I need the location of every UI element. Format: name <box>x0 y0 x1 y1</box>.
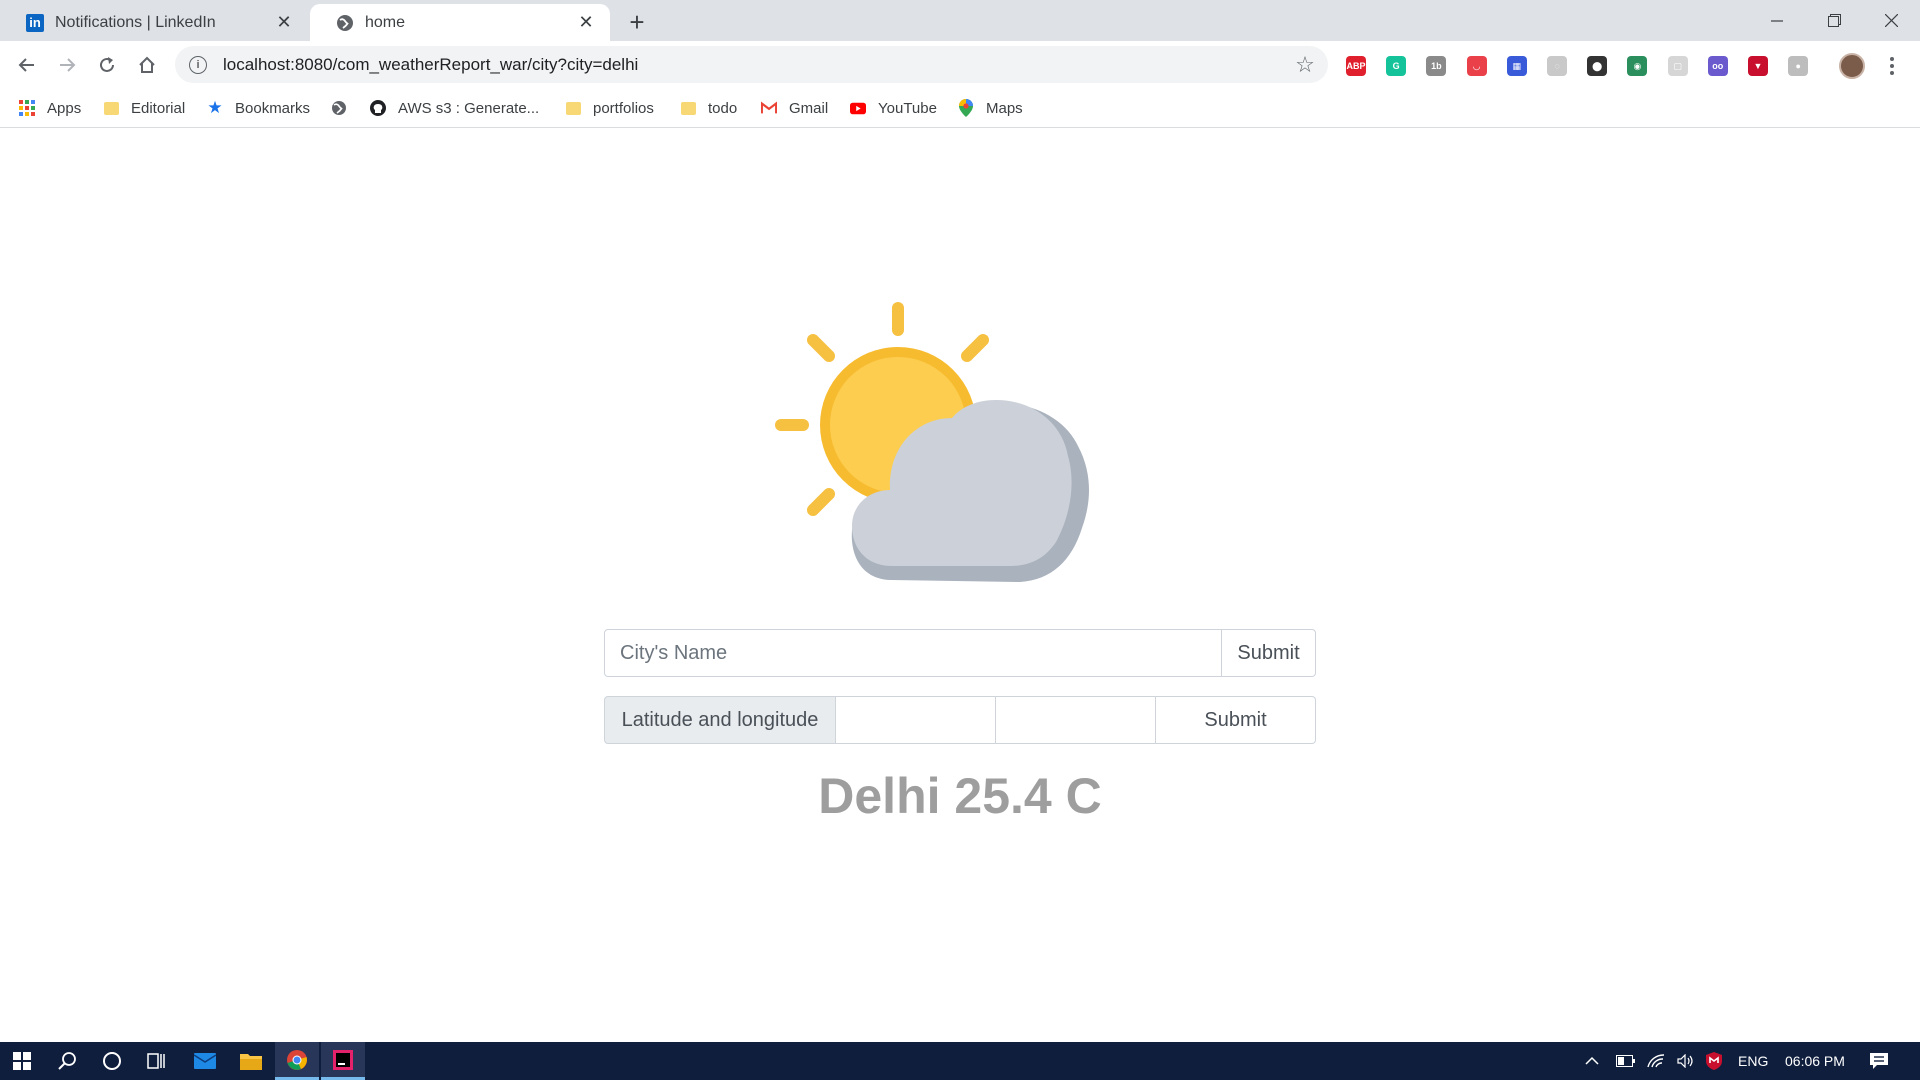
bookmark-label: YouTube <box>878 99 937 117</box>
location-pin-ext-icon[interactable]: ⬤ <box>1587 56 1608 76</box>
bookmark-label: Bookmarks <box>235 99 311 117</box>
show-hidden-icons-chevron-icon[interactable] <box>1585 1042 1599 1080</box>
bookmark-globe[interactable] <box>331 97 359 119</box>
search-icon[interactable] <box>46 1042 90 1080</box>
extension-faded-icon[interactable]: ▢ <box>1667 56 1688 76</box>
latitude-input[interactable] <box>836 696 996 744</box>
bookmark-editorial[interactable]: Editorial <box>103 97 185 119</box>
star-icon: ★ <box>207 98 223 117</box>
restore-window-button[interactable] <box>1806 0 1862 41</box>
bookmark-todo[interactable]: todo <box>680 97 737 119</box>
battery-icon[interactable] <box>1616 1042 1636 1080</box>
bookmark-label: todo <box>708 99 738 117</box>
bookmark-apps[interactable]: Apps <box>19 97 81 119</box>
bookmark-label: portfolios <box>593 99 654 117</box>
volume-icon[interactable] <box>1677 1042 1695 1080</box>
close-tab-icon[interactable]: ✕ <box>274 12 294 33</box>
pocket-icon[interactable]: ◡ <box>1466 56 1487 76</box>
reload-icon[interactable] <box>92 50 122 80</box>
bookmark-label: Maps <box>986 99 1023 117</box>
forward-arrow-icon[interactable] <box>52 50 82 80</box>
bookmark-label: AWS s3 : Generate... <box>398 99 540 117</box>
file-explorer-icon[interactable] <box>229 1042 273 1080</box>
youtube-icon <box>850 100 866 116</box>
github-icon <box>370 100 386 116</box>
bookmark-youtube[interactable]: YouTube <box>850 97 937 119</box>
lat-lon-submit-button[interactable]: Submit <box>1156 696 1316 744</box>
back-arrow-icon[interactable] <box>12 50 42 80</box>
address-bar[interactable]: i localhost:8080/com_weatherReport_war/c… <box>175 46 1328 83</box>
maps-icon <box>958 99 974 117</box>
windows-start-icon[interactable] <box>0 1042 44 1080</box>
earth-ext-icon[interactable]: ◉ <box>1627 56 1648 76</box>
task-view-icon[interactable] <box>134 1042 178 1080</box>
folder-icon <box>680 100 696 116</box>
browser-toolbar: i localhost:8080/com_weatherReport_war/c… <box>0 41 1920 88</box>
folder-icon <box>565 100 581 116</box>
lat-lon-form: Latitude and longitude Submit <box>604 696 1316 744</box>
menu-kebab-icon[interactable] <box>1885 53 1899 79</box>
profile-avatar[interactable] <box>1839 53 1865 79</box>
mcafee-shield-icon[interactable] <box>1706 1042 1722 1080</box>
bookmark-portfolios[interactable]: portfolios <box>565 97 654 119</box>
mail-icon[interactable] <box>183 1042 227 1080</box>
folder-icon <box>103 100 119 116</box>
bookmarks-bar: Apps Editorial ★ Bookmarks AWS s3 : Gene… <box>0 88 1920 128</box>
longitude-input[interactable] <box>996 696 1156 744</box>
windows-taskbar: ENG 06:06 PM <box>0 1042 1920 1080</box>
clock-time[interactable]: 06:06 PM <box>1785 1042 1845 1080</box>
bookmark-bookmarks[interactable]: ★ Bookmarks <box>207 97 310 119</box>
bookmark-maps[interactable]: Maps <box>958 97 1023 119</box>
globe-icon <box>335 13 355 33</box>
weather-result-text: Delhi 25.4 C <box>818 768 1102 824</box>
apps-grid-icon <box>19 100 35 116</box>
tab-home[interactable]: home ✕ <box>310 4 610 41</box>
language-indicator[interactable]: ENG <box>1738 1042 1768 1080</box>
bookmark-label: Gmail <box>789 99 829 117</box>
bookmark-star-icon[interactable]: ☆ <box>1290 52 1320 78</box>
bookmark-gmail[interactable]: Gmail <box>761 97 828 119</box>
minimize-window-button[interactable] <box>1749 0 1805 41</box>
tab-strip: in Notifications | LinkedIn ✕ home ✕ + <box>0 0 1920 41</box>
url-text[interactable]: localhost:8080/com_weatherReport_war/cit… <box>223 55 1290 75</box>
extension-circle-icon[interactable]: ◌ <box>1547 56 1567 76</box>
new-tab-button[interactable]: + <box>623 7 651 37</box>
extension-grid-icon[interactable]: ▦ <box>1506 56 1527 76</box>
cortana-icon[interactable] <box>90 1042 134 1080</box>
tab-title: Notifications | LinkedIn <box>55 13 216 31</box>
extension-1b-icon[interactable]: 1b <box>1426 56 1447 76</box>
gmail-icon <box>761 100 777 116</box>
site-info-icon[interactable]: i <box>189 55 207 74</box>
globe-icon <box>331 100 347 116</box>
adblock-icon[interactable]: ABP <box>1346 56 1366 76</box>
city-name-input[interactable] <box>604 629 1222 677</box>
bookmark-aws-s3[interactable]: AWS s3 : Generate... <box>370 97 539 119</box>
grammarly-icon[interactable]: G <box>1386 56 1407 76</box>
action-center-icon[interactable] <box>1869 1042 1889 1080</box>
close-window-button[interactable] <box>1863 0 1919 41</box>
wifi-icon[interactable] <box>1647 1042 1665 1080</box>
tab-linkedin-notifications[interactable]: in Notifications | LinkedIn ✕ <box>0 4 308 41</box>
city-search-form: Submit <box>604 629 1316 677</box>
lat-lon-label: Latitude and longitude <box>604 696 836 744</box>
linkedin-icon: in <box>25 13 45 33</box>
extension-gray-icon[interactable]: ● <box>1788 56 1809 76</box>
intellij-icon[interactable] <box>321 1042 365 1080</box>
owl-ext-icon[interactable]: oo <box>1707 56 1728 76</box>
close-tab-icon[interactable]: ✕ <box>576 12 596 33</box>
chrome-icon[interactable] <box>275 1042 319 1080</box>
partly-cloudy-weather-icon <box>775 302 1089 582</box>
bookmark-label: Apps <box>47 99 82 117</box>
bookmark-label: Editorial <box>131 99 186 117</box>
shield-ext-icon[interactable]: ▼ <box>1748 56 1768 76</box>
home-icon[interactable] <box>132 50 162 80</box>
tab-title: home <box>365 13 406 31</box>
city-submit-button[interactable]: Submit <box>1222 629 1316 677</box>
